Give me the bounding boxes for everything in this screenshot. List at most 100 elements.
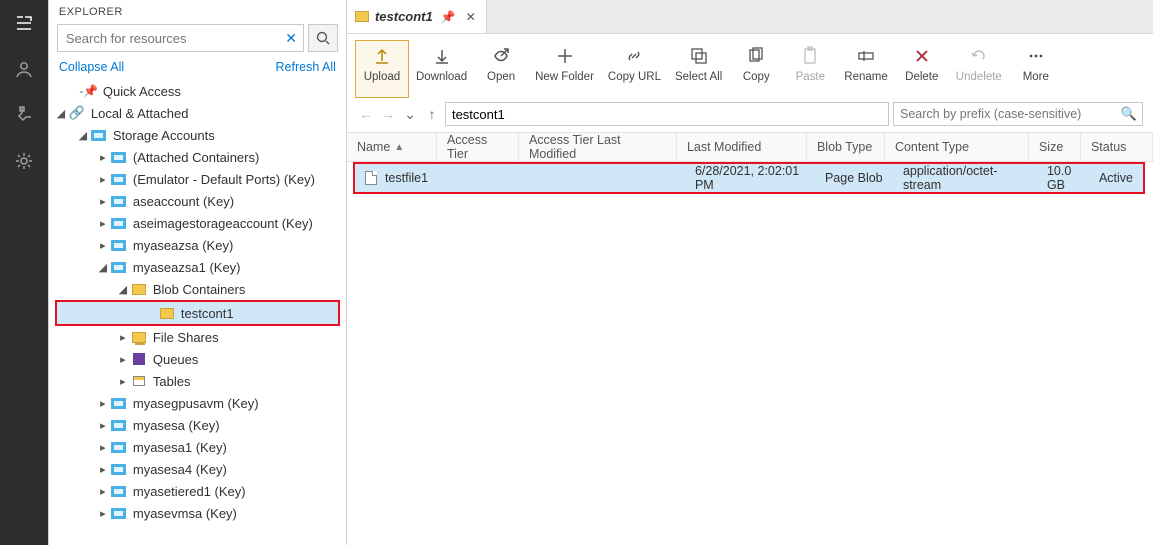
close-tab-icon[interactable]: ✕ [464,10,478,24]
upload-button[interactable]: Upload [355,40,409,98]
col-content-type[interactable]: Content Type [885,133,1029,161]
pin-icon: -📌 [81,84,97,98]
search-button[interactable] [308,24,338,52]
storage-icon [111,420,126,431]
file-shares-node[interactable]: ▸File Shares [49,326,346,348]
copy-button[interactable]: Copy [729,40,783,98]
tables-node[interactable]: ▸Tables [49,370,346,392]
file-icon [365,171,377,185]
cell-content-type: application/octet-stream [903,164,1027,192]
tree-label: Blob Containers [153,282,246,297]
storage-icon [111,262,126,273]
col-last-modified[interactable]: Last Modified [677,133,807,161]
tree-label: myasetiered1 (Key) [133,484,246,499]
paste-button[interactable]: Paste [783,40,837,98]
col-label: Blob Type [817,140,872,154]
fileshare-icon [132,332,146,343]
collapse-all-link[interactable]: Collapse All [59,60,124,74]
nav-recent-icon[interactable]: ⌄ [401,105,419,123]
sort-asc-icon: ▲ [394,142,404,153]
account-icon[interactable] [13,58,35,80]
tree-label: myasesa1 (Key) [133,440,227,455]
tree-item[interactable]: ▸(Attached Containers) [49,146,346,168]
storage-icon [111,240,126,251]
btn-label: Copy [743,71,770,83]
prefix-search-input[interactable] [893,102,1143,126]
tree-item[interactable]: ▸myasegpusavm (Key) [49,392,346,414]
btn-label: Download [416,71,467,83]
tree-item[interactable]: ▸myasevmsa (Key) [49,502,346,524]
toolbar: Upload Download Open New Folder Copy URL… [347,34,1153,98]
tree-label: (Attached Containers) [133,150,259,165]
tree-label: myaseazsa1 (Key) [133,260,241,275]
tree-item-expanded[interactable]: ◢myaseazsa1 (Key) [49,256,346,278]
storage-accounts-node[interactable]: ◢ Storage Accounts [49,124,346,146]
copy-icon [745,45,767,67]
new-folder-button[interactable]: New Folder [528,40,601,98]
tree-item[interactable]: ▸myasetiered1 (Key) [49,480,346,502]
tree-item[interactable]: ▸myasesa1 (Key) [49,436,346,458]
tab-testcont1[interactable]: testcont1 📌 ✕ [347,0,487,33]
connect-icon[interactable] [13,104,35,126]
storage-icon [111,442,126,453]
btn-label: Select All [675,71,722,83]
col-access-tier[interactable]: Access Tier [437,133,519,161]
more-icon [1025,45,1047,67]
blob-containers-node[interactable]: ◢Blob Containers [49,278,346,300]
explorer-icon[interactable] [13,12,35,34]
nav-back-icon[interactable]: ← [357,105,375,123]
search-icon[interactable]: 🔍 [1121,106,1137,122]
btn-label: Copy URL [608,71,661,83]
col-name[interactable]: Name ▲ [347,133,437,161]
col-tier-modified[interactable]: Access Tier Last Modified [519,133,677,161]
col-blob-type[interactable]: Blob Type [807,133,885,161]
btn-label: Upload [364,71,400,83]
rename-button[interactable]: Rename [837,40,894,98]
queues-node[interactable]: ▸Queues [49,348,346,370]
copy-url-button[interactable]: Copy URL [601,40,668,98]
path-input[interactable] [445,102,889,126]
btn-label: Delete [905,71,938,83]
grid-header: Name ▲ Access Tier Access Tier Last Modif… [347,132,1153,162]
tree-item[interactable]: ▸aseaccount (Key) [49,190,346,212]
tree-item[interactable]: ▸myasesa (Key) [49,414,346,436]
col-status[interactable]: Status [1081,133,1153,161]
quick-access-node[interactable]: -📌 Quick Access [49,80,346,102]
clear-search-icon[interactable]: ✕ [285,30,297,47]
col-label: Name [357,140,390,154]
nav-up-icon[interactable]: ↑ [423,105,441,123]
tree-label: myasesa4 (Key) [133,462,227,477]
undelete-button[interactable]: Undelete [949,40,1009,98]
delete-button[interactable]: Delete [895,40,949,98]
search-input[interactable] [58,31,303,46]
table-row[interactable]: testfile1 6/28/2021, 2:02:01 PM Page Blo… [355,164,1143,192]
select-all-button[interactable]: Select All [668,40,729,98]
link-icon [623,45,645,67]
storage-icon [91,130,106,141]
nav-forward-icon[interactable]: → [379,105,397,123]
select-all-icon [688,45,710,67]
activity-bar [0,0,48,545]
resource-tree: -📌 Quick Access ◢🔗 Local & Attached ◢ St… [49,80,346,545]
download-button[interactable]: Download [409,40,474,98]
tree-item[interactable]: ▸myaseazsa (Key) [49,234,346,256]
tree-label: Queues [153,352,199,367]
tree-item[interactable]: ▸aseimagestorageaccount (Key) [49,212,346,234]
container-testcont1[interactable]: testcont1 [57,302,338,324]
btn-label: More [1023,71,1049,83]
tree-item[interactable]: ▸(Emulator - Default Ports) (Key) [49,168,346,190]
col-label: Size [1039,140,1063,154]
local-attached-node[interactable]: ◢🔗 Local & Attached [49,102,346,124]
storage-accounts-label: Storage Accounts [113,128,215,143]
open-button[interactable]: Open [474,40,528,98]
col-size[interactable]: Size [1029,133,1081,161]
local-attached-label: Local & Attached [91,106,189,121]
tree-label: Tables [153,374,191,389]
cell-name: testfile1 [385,171,428,185]
tree-item[interactable]: ▸myasesa4 (Key) [49,458,346,480]
settings-icon[interactable] [13,150,35,172]
delete-icon [911,45,933,67]
more-button[interactable]: More [1009,40,1063,98]
pin-tab-icon[interactable]: 📌 [439,10,458,24]
refresh-all-link[interactable]: Refresh All [276,60,336,74]
